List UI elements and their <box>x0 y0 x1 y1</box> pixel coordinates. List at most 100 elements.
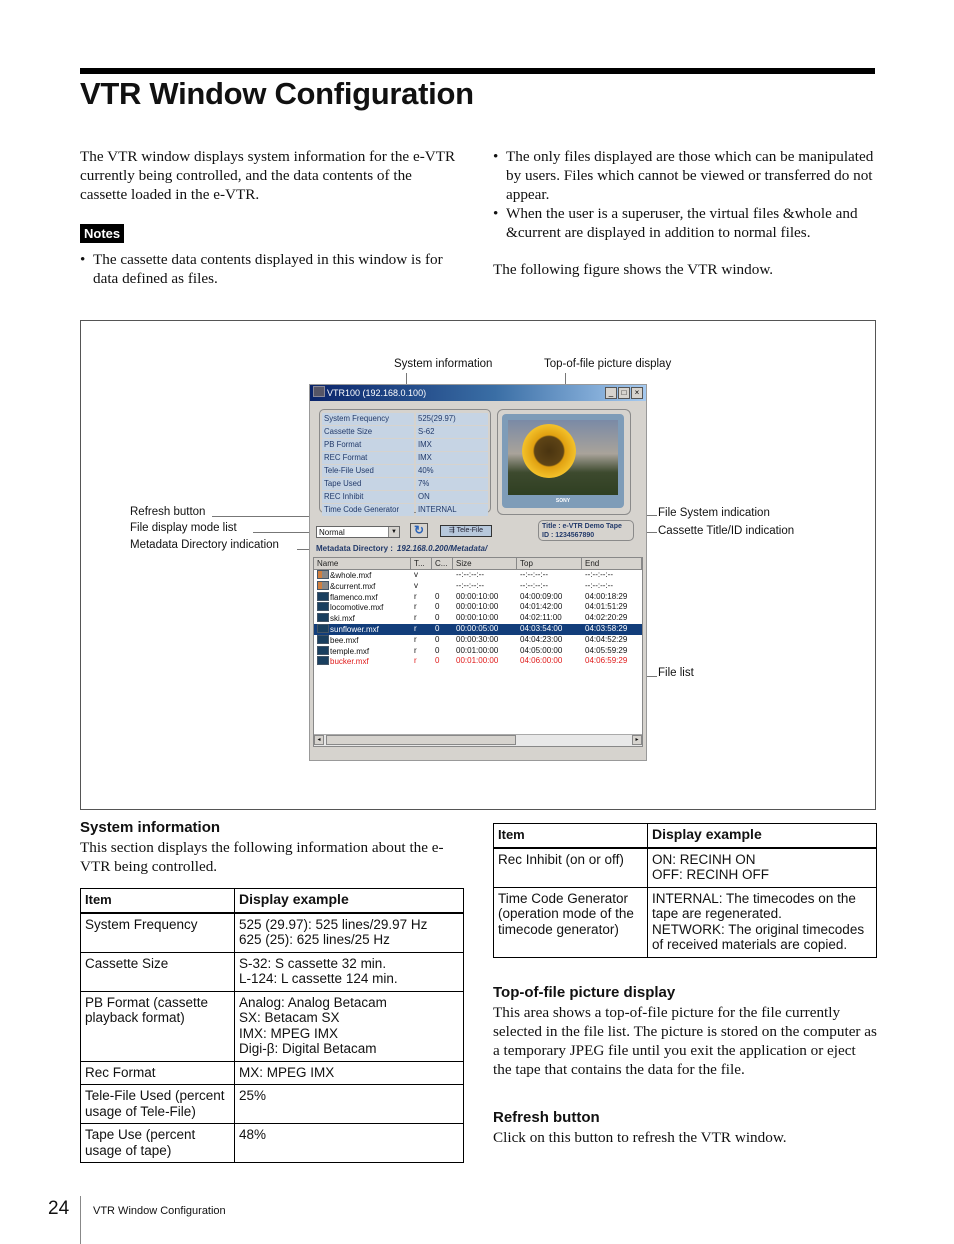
system-info-key: REC Inhibit <box>322 490 414 504</box>
intro-paragraph: The VTR window displays system informati… <box>80 148 456 203</box>
item-cell: PB Format (cassette playback format) <box>80 990 235 1062</box>
file-size: 00:00:10:00 <box>456 591 499 601</box>
file-system-button[interactable]: ⇶ Tele-File <box>440 525 492 537</box>
refresh-description: Click on this button to refresh the VTR … <box>493 1129 787 1146</box>
cassette-title: Title : e-VTR Demo Tape <box>542 523 622 530</box>
scrollbar-thumb[interactable] <box>326 735 516 745</box>
column-header-top[interactable]: Top <box>517 558 582 569</box>
file-display-mode-select[interactable]: Normal ▼ <box>316 526 400 538</box>
file-size: 00:00:05:00 <box>456 623 499 633</box>
column-header-type[interactable]: T... <box>411 558 432 569</box>
system-info-key: PB Format <box>322 438 414 452</box>
column-header-size[interactable]: Size <box>453 558 517 569</box>
figure-intro: The following figure shows the VTR windo… <box>493 261 774 278</box>
file-name: bucker.mxf <box>330 657 369 667</box>
item-cell: Cassette Size <box>80 951 235 992</box>
file-top: 04:05:00:00 <box>520 645 563 655</box>
metadata-path: 192.168.0.200/Metadata/ <box>396 544 488 553</box>
intro-bullet: When the user is a superuser, the virtua… <box>493 204 875 242</box>
horizontal-scrollbar[interactable]: ◂ ▸ <box>314 734 642 746</box>
file-list[interactable]: Name T... C... Size Top End &whole.mxf v -… <box>313 557 643 747</box>
file-c: 0 <box>435 623 440 633</box>
file-icon <box>317 645 329 655</box>
file-end: 04:02:20:29 <box>585 613 628 623</box>
file-type: r <box>414 645 417 655</box>
item-cell: Tape Use (percent usage of tape) <box>80 1123 235 1163</box>
example-line: INTERNAL: The timecodes on the tape are … <box>652 890 856 922</box>
file-c: 0 <box>435 613 440 623</box>
notes-list: The cassette data contents displayed in … <box>80 250 458 288</box>
table-row: Tape Use (percent usage of tape) 48% <box>80 1123 464 1163</box>
file-type: r <box>414 623 417 633</box>
footer-divider <box>80 1196 81 1244</box>
refresh-button[interactable]: ↻ <box>410 523 428 538</box>
cassette-id: ID : 1234567890 <box>542 532 595 539</box>
system-info-row: REC Format IMX <box>322 451 488 465</box>
minimize-button[interactable]: _ <box>605 387 617 399</box>
file-top: 04:06:00:00 <box>520 656 563 666</box>
close-button[interactable]: × <box>631 387 643 399</box>
file-end: 04:01:51:29 <box>585 602 628 612</box>
page-title: VTR Window Configuration <box>80 76 474 111</box>
file-row[interactable]: sunflower.mxf r 0 00:00:05:00 04:03:54:00 04:… <box>314 623 642 635</box>
mode-select-value: Normal <box>319 528 345 537</box>
file-end: --:--:--:-- <box>585 580 613 590</box>
example-line: MX: MPEG IMX <box>239 1064 335 1080</box>
callout-metadata-directory: Metadata Directory indication <box>130 539 279 551</box>
file-icon <box>317 634 329 644</box>
example-line: L-124: L cassette 124 min. <box>239 971 398 986</box>
file-row[interactable]: locomotive.mxf r 0 00:00:10:00 04:01:42:00 04… <box>314 602 642 613</box>
file-row[interactable]: bee.mxf r 0 00:00:30:00 04:04:23:00 04:04:52:… <box>314 634 642 646</box>
chevron-down-icon[interactable]: ▼ <box>388 527 399 537</box>
vtr-window-figure: System information Top-of-file picture d… <box>80 320 876 810</box>
vtr-window: VTR100 (192.168.0.100) _ □ × System Freq… <box>309 384 647 761</box>
table-header-example: Display example <box>647 823 877 848</box>
file-c: 0 <box>435 656 440 666</box>
system-info-value: IMX <box>416 451 488 465</box>
file-icon <box>317 580 329 590</box>
maximize-button[interactable]: □ <box>618 387 630 399</box>
page-number: 24 <box>48 1198 70 1219</box>
example-cell: ON: RECINH ON OFF: RECINH OFF <box>647 847 877 888</box>
intro-bullets: The only files displayed are those which… <box>493 147 875 242</box>
section-heading-refresh: Refresh button <box>493 1109 600 1126</box>
file-end: 04:03:58:29 <box>585 623 628 633</box>
cassette-title-id: Title : e-VTR Demo Tape ID : 1234567890 <box>538 520 634 541</box>
example-cell: INTERNAL: The timecodes on the tape are … <box>647 886 877 958</box>
scroll-left-icon[interactable]: ◂ <box>314 735 324 745</box>
file-row[interactable]: bucker.mxf r 0 00:01:00:00 04:06:00:00 04:06:… <box>314 656 642 667</box>
system-info-key: Cassette Size <box>322 425 414 439</box>
table-header-item: Item <box>80 888 235 913</box>
file-row[interactable]: &whole.mxf v --:--:--:-- --:--:--:-- --:--:-… <box>314 570 642 581</box>
file-type: r <box>414 613 417 623</box>
system-info-value: 40% <box>416 464 488 478</box>
file-row[interactable]: &current.mxf v --:--:--:-- --:--:--:-- --:--… <box>314 580 642 592</box>
file-top: 04:02:11:00 <box>520 613 562 623</box>
scroll-right-icon[interactable]: ▸ <box>632 735 642 745</box>
example-line: SX: Betacam SX <box>239 1010 340 1025</box>
system-info-value: 525(29.97) <box>416 413 488 426</box>
column-header-name[interactable]: Name <box>314 558 411 569</box>
file-name: sunflower.mxf <box>330 624 379 634</box>
column-header-c[interactable]: C... <box>432 558 453 569</box>
table-row: Rec Format MX: MPEG IMX <box>80 1060 464 1085</box>
file-size: --:--:--:-- <box>456 580 484 590</box>
file-name: locomotive.mxf <box>330 603 384 613</box>
file-row[interactable]: flamenco.mxf r 0 00:00:10:00 04:00:09:00 04:0… <box>314 591 642 603</box>
file-size: 00:00:30:00 <box>456 634 499 644</box>
note-item: The cassette data contents displayed in … <box>80 250 458 288</box>
file-row[interactable]: ski.mxf r 0 00:00:10:00 04:02:11:00 04:02:20:… <box>314 613 642 624</box>
file-c: 0 <box>435 591 440 601</box>
system-info-row: REC Inhibit ON <box>322 490 488 504</box>
file-row[interactable]: temple.mxf r 0 00:01:00:00 04:05:00:00 04:05:… <box>314 645 642 657</box>
file-top: 04:00:09:00 <box>520 591 563 601</box>
table-row: System Frequency 525 (29.97): 525 lines/2… <box>80 912 464 953</box>
column-header-end[interactable]: End <box>582 558 642 569</box>
item-cell: Rec Format <box>80 1060 235 1085</box>
file-icon <box>317 591 329 601</box>
example-cell: MX: MPEG IMX <box>234 1060 464 1085</box>
refresh-icon: ↻ <box>413 523 425 537</box>
table-row: Cassette Size S-32: S cassette 32 min. L-1… <box>80 951 464 992</box>
window-title: VTR100 (192.168.0.100) <box>327 388 427 398</box>
table-row: Tele-File Used (percent usage of Tele-Fi… <box>80 1084 464 1124</box>
